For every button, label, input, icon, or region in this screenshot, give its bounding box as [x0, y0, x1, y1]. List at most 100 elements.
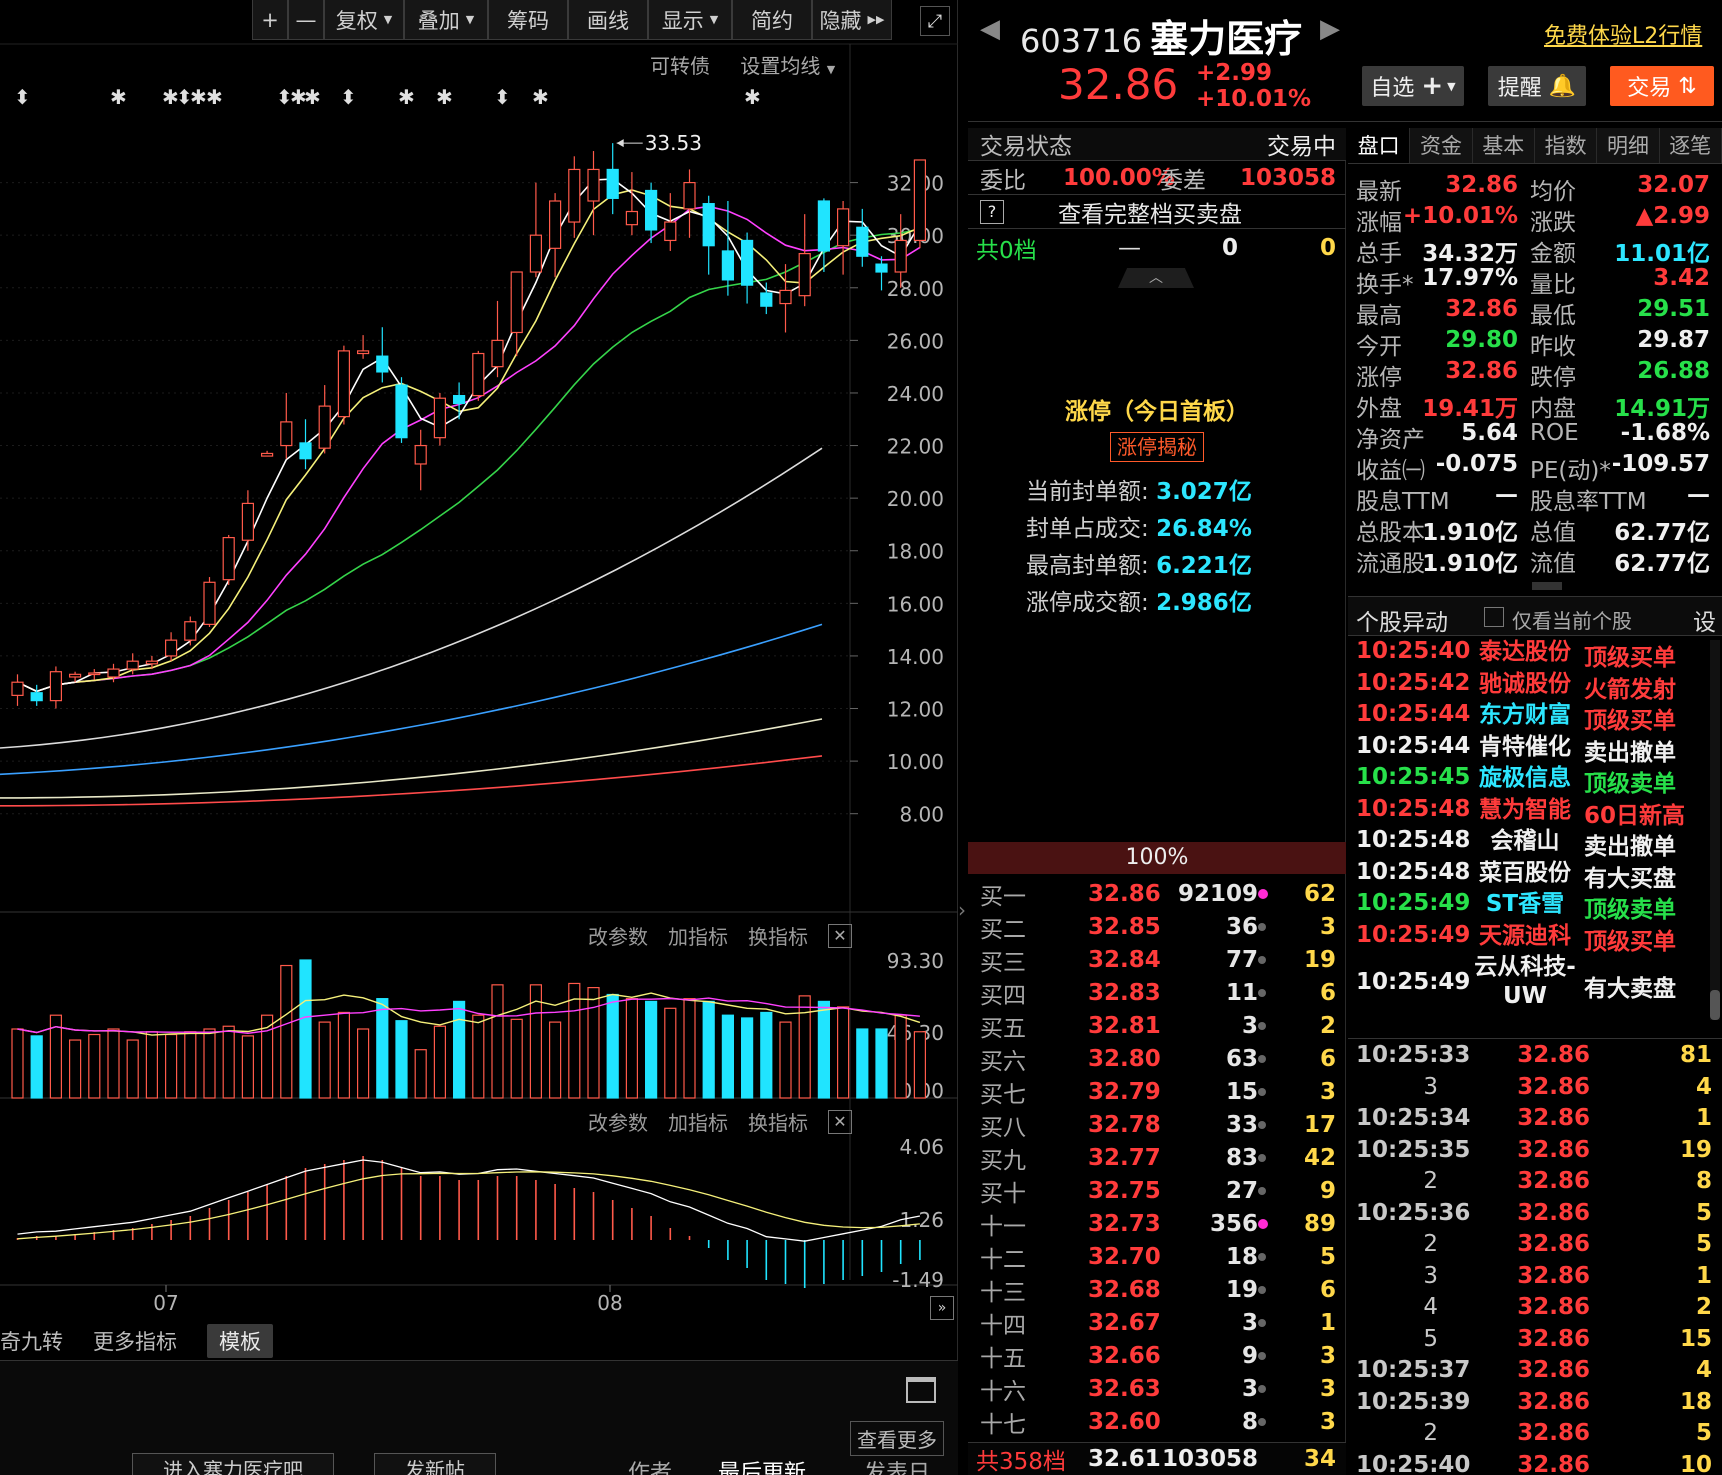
fullscreen-icon[interactable]: ⤢: [920, 6, 950, 36]
candle-body: [184, 621, 197, 641]
bid-row[interactable]: 买六 32.80 63 6: [968, 1042, 1346, 1075]
collapse-handle[interactable]: ›: [958, 880, 968, 940]
prev-stock-icon[interactable]: ◀: [980, 14, 1000, 44]
kline-panel[interactable]: 32.0030.0028.0026.0024.0022.0020.0018.00…: [0, 0, 958, 1475]
alert-item[interactable]: 10:25:42 驰诚股份 火箭发射: [1348, 670, 1722, 703]
vol-switch-indicator[interactable]: 换指标: [748, 921, 808, 950]
bid-row[interactable]: 十三 32.68 19 6: [968, 1273, 1346, 1306]
alert-button[interactable]: 提醒 🔔: [1488, 66, 1586, 106]
col-last-updated[interactable]: 最后更新: [718, 1455, 806, 1475]
tab-tdseq[interactable]: 奇九转: [0, 1326, 63, 1356]
toolbar-btn-8[interactable]: 隐藏 ▶▶: [812, 0, 892, 40]
vol-edit-params[interactable]: 改参数: [588, 921, 648, 950]
resize-grip[interactable]: [1532, 582, 1562, 590]
toolbar-btn-4[interactable]: 筹码: [488, 0, 568, 40]
event-marker-icon: ✱: [110, 85, 127, 109]
quote-tab-1[interactable]: 资金: [1410, 128, 1473, 163]
vol-add-indicator[interactable]: 加指标: [668, 921, 728, 950]
volume-bar: [280, 964, 293, 1099]
order-dot-icon: [1258, 956, 1266, 964]
bid-row[interactable]: 买二 32.85 36 3: [968, 910, 1346, 943]
bid-row[interactable]: 买十 32.75 27 9: [968, 1174, 1346, 1207]
bid-row[interactable]: 买九 32.77 83 42: [968, 1141, 1346, 1174]
bid-row[interactable]: 十七 32.60 8 3: [968, 1405, 1346, 1438]
tab-template[interactable]: 模板: [207, 1324, 273, 1358]
download-icon[interactable]: [906, 1377, 936, 1403]
candle-body: [357, 350, 370, 355]
toolbar-btn-3[interactable]: 叠加 ▼: [404, 0, 488, 40]
alert-item[interactable]: 10:25:44 东方财富 顶级买单: [1348, 701, 1722, 734]
order-dot-icon: [1258, 1219, 1268, 1229]
quote-tab-2[interactable]: 基本: [1473, 128, 1535, 163]
alert-item[interactable]: 10:25:48 菜百股份 有大买盘: [1348, 859, 1722, 892]
bid-row[interactable]: 买七 32.79 15 3: [968, 1075, 1346, 1108]
quote-tab-4[interactable]: 明细: [1597, 128, 1660, 163]
bid-row[interactable]: 买四 32.83 11 6: [968, 976, 1346, 1009]
chevron-up-icon[interactable]: ︿: [1118, 268, 1194, 288]
close-icon[interactable]: ✕: [828, 1109, 852, 1134]
bid-row[interactable]: 十四 32.67 3 1: [968, 1306, 1346, 1339]
watchlist-button[interactable]: 自选 + ▼: [1362, 66, 1464, 106]
toolbar-btn-6[interactable]: 显示 ▼: [648, 0, 732, 40]
toolbar-btn-1[interactable]: —: [288, 0, 324, 40]
new-post-button[interactable]: 发新帖: [374, 1453, 496, 1475]
bid-row[interactable]: 买一 32.86 92109 62: [968, 877, 1346, 910]
bid-row[interactable]: 买三 32.84 77 19: [968, 943, 1346, 976]
view-full-book-row[interactable]: ? 查看完整档买卖盘: [968, 196, 1346, 229]
bid-row[interactable]: 买五 32.81 3 2: [968, 1009, 1346, 1042]
event-marker-icon: ✱: [206, 85, 223, 109]
tab-more-indicators[interactable]: 更多指标: [93, 1326, 177, 1356]
macd-switch-indicator[interactable]: 换指标: [748, 1107, 808, 1136]
volume-bar: [145, 1031, 158, 1099]
quote-row: 涨幅 +10.01% 涨跌 ▲2.99: [1356, 203, 1710, 236]
toolbar-btn-7[interactable]: 简约: [732, 0, 812, 40]
bid-row[interactable]: 十六 32.63 3 3: [968, 1372, 1346, 1405]
alert-item[interactable]: 10:25:45 旋极信息 顶级卖单: [1348, 764, 1722, 797]
bid-row[interactable]: 买八 32.78 33 17: [968, 1108, 1346, 1141]
help-icon[interactable]: ?: [980, 200, 1004, 224]
candle-body: [145, 660, 158, 665]
quote-tab-3[interactable]: 指数: [1535, 128, 1598, 163]
toolbar-btn-0[interactable]: +: [252, 0, 288, 40]
settings-button[interactable]: 设: [1693, 603, 1716, 637]
alert-item[interactable]: 10:25:49 天源迪科 顶级买单: [1348, 922, 1722, 955]
quote-tab-0[interactable]: 盘口: [1348, 128, 1411, 163]
candle-body: [721, 250, 735, 281]
candle-body: [856, 226, 869, 257]
volume-bar: [222, 1025, 235, 1099]
col-published[interactable]: 发表日: [864, 1455, 930, 1475]
col-author[interactable]: 作者: [628, 1455, 672, 1475]
alert-item[interactable]: 10:25:40 泰达股份 顶级买单: [1348, 638, 1722, 671]
quote-row: 总股本 1.910亿 总值 62.77亿: [1356, 520, 1710, 546]
alert-item[interactable]: 10:25:49 云从科技-UW 有大卖盘: [1348, 953, 1722, 1013]
trade-button[interactable]: 交易 ⇅: [1610, 66, 1714, 106]
bid-row[interactable]: 十一 32.73 356 89: [968, 1207, 1346, 1240]
set-ma-dropdown[interactable]: 设置均线 ▼: [740, 54, 835, 78]
next-stock-icon[interactable]: ▶: [1320, 14, 1340, 44]
volume-bar: [606, 993, 619, 1099]
alert-item[interactable]: 10:25:48 会稽山 卖出撤单: [1348, 827, 1722, 860]
macd-add-indicator[interactable]: 加指标: [668, 1107, 728, 1136]
close-icon[interactable]: ✕: [828, 923, 852, 948]
enter-forum-button[interactable]: 进入塞力医疗吧: [132, 1453, 334, 1475]
only-current-checkbox[interactable]: [1484, 607, 1504, 627]
bid-row[interactable]: 十二 32.70 18 5: [968, 1240, 1346, 1273]
convertible-bond-link[interactable]: 可转债: [650, 54, 710, 78]
alert-item[interactable]: 10:25:48 慧为智能 60日新高: [1348, 796, 1722, 829]
order-dot-icon: [1258, 923, 1266, 931]
macd-edit-params[interactable]: 改参数: [588, 1107, 648, 1136]
toolbar-btn-5[interactable]: 画线: [568, 0, 648, 40]
volume-bar: [721, 1014, 735, 1099]
view-more-button[interactable]: 查看更多: [850, 1421, 944, 1456]
double-chevron-right-icon[interactable]: »: [930, 1296, 954, 1320]
toolbar-btn-2[interactable]: 复权 ▼: [324, 0, 404, 40]
alerts-scrollbar[interactable]: [1710, 640, 1720, 1020]
candle-body: [299, 442, 312, 460]
quote-tab-5[interactable]: 逐笔: [1660, 128, 1722, 163]
alert-item[interactable]: 10:25:49 ST香雪 顶级卖单: [1348, 890, 1722, 923]
tick-row: 10:25:33 32.86 81: [1356, 1042, 1712, 1068]
limit-reveal-button[interactable]: 涨停揭秘: [1110, 432, 1204, 462]
alert-item[interactable]: 10:25:44 肯特催化 卖出撤单: [1348, 733, 1722, 766]
l2-trial-link[interactable]: 免费体验L2行情: [1544, 18, 1702, 50]
bid-row[interactable]: 十五 32.66 9 3: [968, 1339, 1346, 1372]
